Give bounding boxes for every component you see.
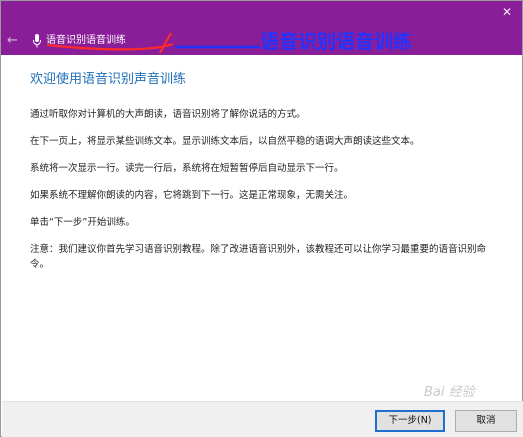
content-area: 欢迎使用语音识别声音训练 通过听取你对计算机的大声朗读，语音识别将了解你说话的方…	[30, 71, 500, 284]
instruction-paragraph: 在下一页上，将显示某些训练文本。显示训练文本后，以自然平稳的语调大声朗读这些文本…	[30, 136, 420, 147]
page-heading: 欢迎使用语音识别声音训练	[30, 72, 187, 87]
footer-bar: 下一步(N) 取消	[2, 401, 523, 437]
instruction-paragraph: 如果系统不理解你朗读的内容，它将跳到下一行。这是正常现象，无需关注。	[30, 190, 354, 201]
close-button[interactable]: ✕	[500, 5, 514, 19]
instruction-paragraph: 单击“下一步”开始训练。	[30, 217, 135, 228]
microphone-icon	[33, 34, 41, 48]
next-button[interactable]: 下一步(N)	[375, 410, 445, 432]
back-button[interactable]: ←	[7, 34, 21, 48]
annotation-label: 语音识别语音训练	[260, 31, 413, 53]
watermark: Bai 经验	[424, 385, 475, 400]
title-bar: ✕ ← 语音识别语音训练 语音识别语音训练	[1, 1, 522, 55]
instruction-paragraph: 系统将一次显示一行。读完一行后，系统将在短暂暂停后自动显示下一行。	[30, 163, 344, 174]
cancel-button[interactable]: 取消	[455, 410, 517, 432]
instruction-paragraph: 通过听取你对计算机的大声朗读，语音识别将了解你说话的方式。	[30, 109, 306, 120]
speech-training-window: ✕ ← 语音识别语音训练 语音识别语音训练 欢迎使用语音识别声音训练 通过听取你…	[0, 0, 523, 437]
annotation-underline	[46, 32, 260, 54]
note-paragraph: 注意：我们建议你首先学习语音识别教程。除了改进语音识别外，该教程还可以让你学习最…	[30, 244, 487, 270]
